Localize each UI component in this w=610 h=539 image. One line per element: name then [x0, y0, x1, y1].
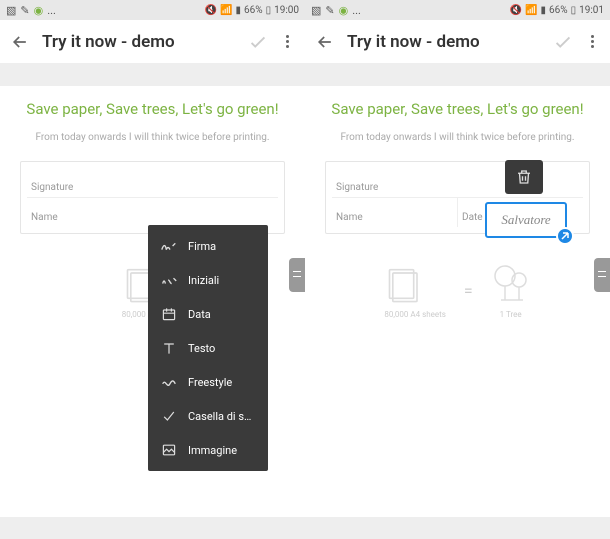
- menu-item-data[interactable]: Data: [148, 297, 268, 331]
- resize-handle-icon[interactable]: [556, 227, 574, 245]
- battery-icon: ▯: [266, 5, 272, 16]
- menu-label: Iniziali: [188, 274, 219, 287]
- status-bar: ▧ ✎ ◉ ... 🔇 📶 ▮ 66% ▯ 19:01: [305, 0, 610, 20]
- signal-icon: ▮: [235, 5, 241, 16]
- battery-percent: 66%: [244, 5, 263, 16]
- overflow-menu-icon[interactable]: [584, 35, 600, 48]
- menu-label: Immagine: [188, 444, 237, 457]
- equals-sign: =: [464, 281, 473, 300]
- overflow-menu-icon[interactable]: [279, 35, 295, 48]
- confirm-icon[interactable]: [247, 31, 269, 53]
- signature-content: Salvatore: [501, 212, 550, 228]
- menu-item-immagine[interactable]: Immagine: [148, 433, 268, 467]
- illustration: 80,000 A4 sheets = 1 Tree: [325, 262, 590, 319]
- menu-item-firma[interactable]: Firma: [148, 229, 268, 263]
- edit-icon: ✎: [20, 4, 29, 17]
- globe-icon: ◉: [34, 4, 44, 17]
- headline: Save paper, Save trees, Let's go green!: [325, 100, 590, 118]
- freestyle-icon: [160, 373, 178, 391]
- signature-field[interactable]: Signature: [27, 168, 278, 197]
- screen-left: ▧ ✎ ◉ ... 🔇 📶 ▮ 66% ▯ 19:00 Try it now -…: [0, 0, 305, 539]
- menu-label: Freestyle: [188, 376, 232, 389]
- image-icon: [160, 441, 178, 459]
- spacer: [0, 64, 305, 86]
- confirm-icon[interactable]: [552, 31, 574, 53]
- bottom-bar: [305, 517, 610, 539]
- subtext: From today onwards I will think twice be…: [325, 132, 590, 143]
- tree-icon: [491, 262, 531, 306]
- menu-label: Data: [188, 308, 211, 321]
- globe-icon: ◉: [339, 4, 349, 17]
- initials-icon: [160, 271, 178, 289]
- calendar-icon: [160, 305, 178, 323]
- name-field[interactable]: Name: [27, 197, 278, 227]
- back-icon[interactable]: [10, 32, 30, 52]
- wifi-icon: 📶: [220, 5, 232, 16]
- name-field[interactable]: Name: [332, 197, 457, 227]
- menu-item-iniziali[interactable]: Iniziali: [148, 263, 268, 297]
- app-header: Try it now - demo: [305, 20, 610, 64]
- side-tab[interactable]: [289, 258, 305, 292]
- form-box: Signature Name: [20, 161, 285, 234]
- more-status-icon: ...: [352, 4, 361, 17]
- menu-item-freestyle[interactable]: Freestyle: [148, 365, 268, 399]
- status-bar: ▧ ✎ ◉ ... 🔇 📶 ▮ 66% ▯ 19:00: [0, 0, 305, 20]
- battery-icon: ▯: [571, 5, 577, 16]
- bottom-bar: [0, 517, 305, 539]
- more-status-icon: ...: [47, 4, 56, 17]
- signature-field[interactable]: Signature: [332, 168, 583, 197]
- headline: Save paper, Save trees, Let's go green!: [20, 100, 285, 118]
- menu-item-checkbox[interactable]: Casella di s…: [148, 399, 268, 433]
- edit-icon: ✎: [325, 4, 334, 17]
- clock: 19:01: [579, 5, 604, 16]
- menu-label: Testo: [188, 342, 215, 355]
- text-icon: [160, 339, 178, 357]
- sheets-label: 80,000 A4 sheets: [384, 310, 446, 319]
- paper-stack-icon: [384, 262, 428, 306]
- mute-icon: 🔇: [510, 5, 522, 16]
- spacer: [305, 64, 610, 86]
- page-title: Try it now - demo: [347, 32, 552, 52]
- clock: 19:00: [274, 5, 299, 16]
- subtext: From today onwards I will think twice be…: [20, 132, 285, 143]
- side-tab[interactable]: [594, 258, 610, 292]
- signature-annotation[interactable]: Salvatore: [485, 202, 567, 238]
- back-icon[interactable]: [315, 32, 335, 52]
- menu-item-testo[interactable]: Testo: [148, 331, 268, 365]
- tree-label: 1 Tree: [491, 310, 531, 319]
- wifi-icon: 📶: [525, 5, 537, 16]
- battery-percent: 66%: [549, 5, 568, 16]
- menu-label: Firma: [188, 240, 216, 253]
- trash-icon: [515, 168, 533, 186]
- delete-tooltip[interactable]: [505, 160, 543, 194]
- signature-icon: [160, 237, 178, 255]
- checkbox-icon: [160, 407, 178, 425]
- annotation-menu: Firma Iniziali Data Testo Freestyle Case…: [148, 225, 268, 471]
- signal-icon: ▮: [540, 5, 546, 16]
- app-header: Try it now - demo: [0, 20, 305, 64]
- mute-icon: 🔇: [205, 5, 217, 16]
- screen-right: ▧ ✎ ◉ ... 🔇 📶 ▮ 66% ▯ 19:01 Try it now -…: [305, 0, 610, 539]
- page-title: Try it now - demo: [42, 32, 247, 52]
- menu-label: Casella di s…: [188, 410, 251, 423]
- gallery-icon: ▧: [6, 4, 16, 17]
- gallery-icon: ▧: [311, 4, 321, 17]
